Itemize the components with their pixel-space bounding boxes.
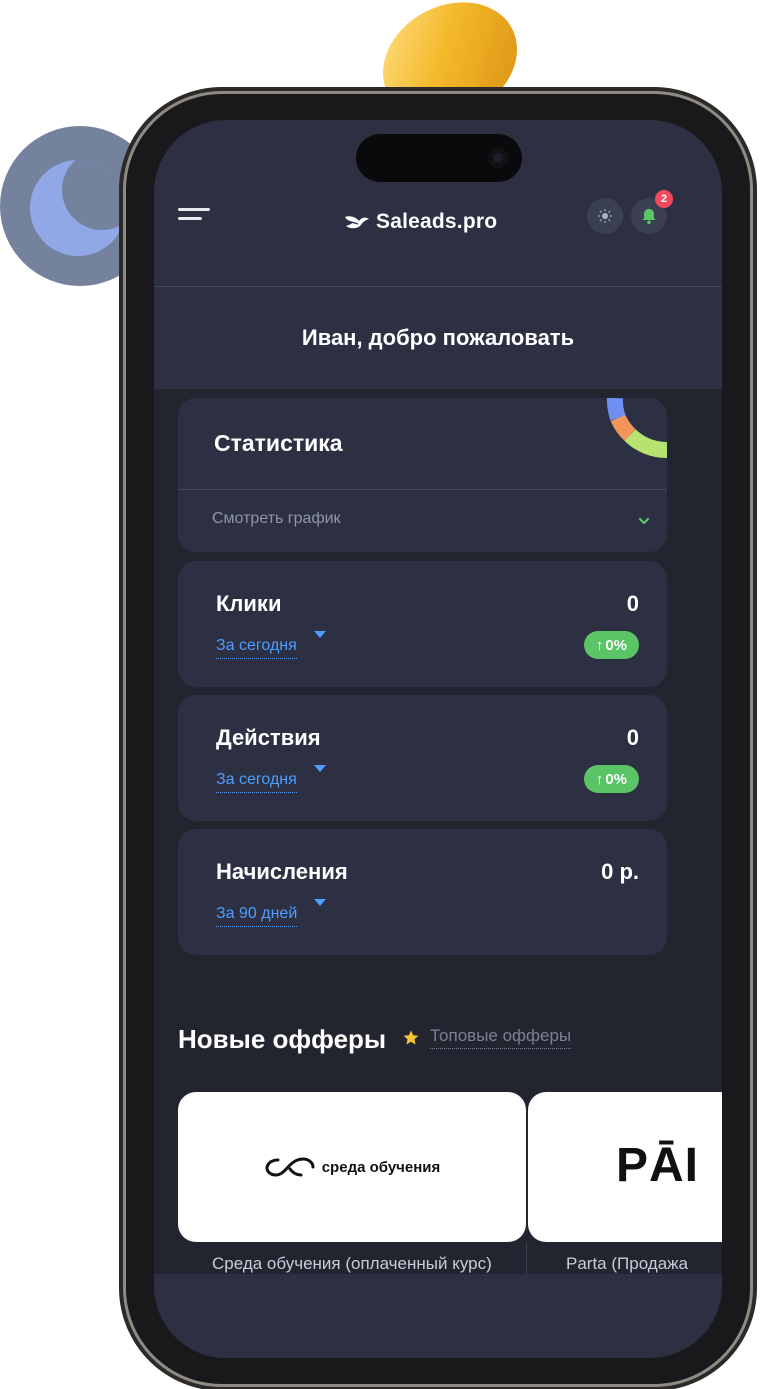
new-offers-title: Новые офферы (178, 1024, 387, 1054)
offer-image: среда обучения (178, 1092, 526, 1242)
notification-badge: 2 (655, 190, 673, 208)
parta-logo-text: PĀI (616, 1139, 700, 1192)
metric-title: Начисления (216, 859, 348, 884)
caret-down-icon[interactable] (314, 631, 326, 638)
sreda-logo: среда обучения (264, 1156, 441, 1178)
arrow-up-icon: ↑ (595, 636, 604, 654)
phone-frame: Saleads.pro 2 Иван, добро пожаловать Ста… (126, 94, 750, 1384)
dynamic-island (356, 134, 522, 182)
arrow-up-icon: ↑ (595, 770, 604, 788)
notifications-button[interactable]: 2 (631, 190, 673, 234)
metric-card-earnings: Начисления 0 р. За 90 дней (178, 829, 667, 955)
brand-name: Saleads.pro (376, 210, 498, 233)
sreda-logo-text: среда обучения (321, 1158, 441, 1176)
growth-value: 0% (605, 770, 627, 788)
theme-toggle-button[interactable] (587, 198, 623, 234)
infinity-loop-icon (265, 1157, 315, 1177)
stats-title: Статистика (214, 430, 343, 456)
metric-value: 0 (626, 591, 639, 616)
growth-value: 0% (605, 636, 627, 654)
caret-down-icon[interactable] (314, 765, 326, 772)
top-offers-link[interactable]: Топовые офферы (402, 1026, 572, 1049)
brand-logo[interactable]: Saleads.pro (344, 210, 497, 234)
metric-value: 0 р. (601, 859, 639, 884)
top-offers-label: Топовые офферы (430, 1026, 572, 1049)
bottom-bar (154, 1274, 722, 1358)
metric-card-clicks: Клики 0 За сегодня ↑ 0% (178, 561, 667, 687)
dashboard-content: Статистика Смотреть график Клики 0 За се… (154, 389, 722, 1358)
sun-icon (598, 209, 612, 223)
metric-title: Действия (216, 725, 321, 750)
moon-icon (30, 160, 126, 256)
offer-name: Среда обучения (оплаченный курс) (212, 1254, 492, 1273)
period-selector[interactable]: За сегодня (216, 771, 297, 793)
welcome-title: Иван, добро пожаловать (301, 325, 575, 350)
period-selector[interactable]: За сегодня (216, 637, 297, 659)
caret-down-icon[interactable] (314, 899, 326, 906)
divider (178, 489, 667, 490)
stats-card: Статистика Смотреть график (178, 398, 667, 552)
feather-icon (345, 216, 369, 229)
offer-name: Parta (Продажа (566, 1254, 688, 1273)
phone-screen: Saleads.pro 2 Иван, добро пожаловать Ста… (154, 120, 722, 1358)
camera-icon (488, 148, 508, 168)
growth-badge: ↑ 0% (583, 765, 639, 793)
growth-badge: ↑ 0% (583, 631, 639, 659)
star-icon (403, 1030, 419, 1044)
donut-chart-icon (606, 398, 667, 458)
bell-icon (642, 209, 656, 224)
period-selector[interactable]: За 90 дней (216, 905, 298, 927)
offer-image: PĀI (528, 1092, 722, 1242)
menu-icon[interactable] (178, 208, 212, 230)
chevron-down-icon[interactable] (637, 514, 651, 528)
metric-title: Клики (216, 591, 282, 616)
metric-card-actions: Действия 0 За сегодня ↑ 0% (178, 695, 667, 821)
app-header: Saleads.pro 2 (154, 190, 722, 287)
metric-value: 0 (626, 725, 639, 750)
view-chart-link[interactable]: Смотреть график (212, 510, 341, 528)
